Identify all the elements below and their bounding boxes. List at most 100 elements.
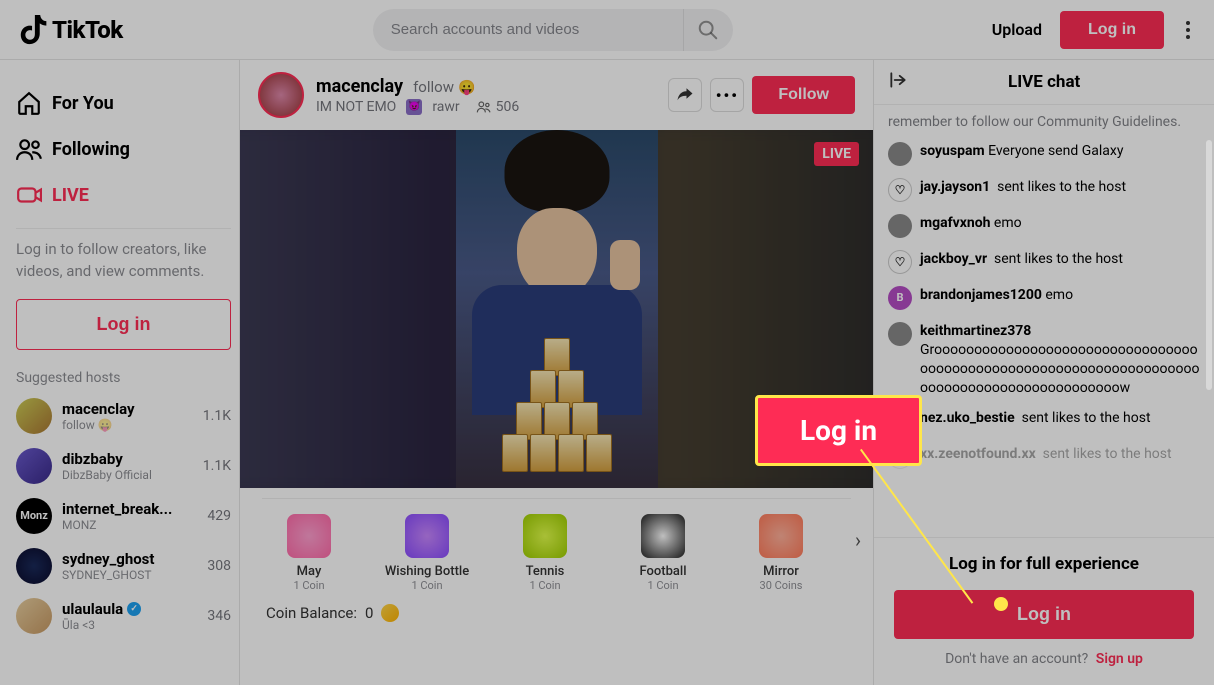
gift-bottle-icon xyxy=(405,514,449,558)
video-player[interactable]: LIVE xyxy=(240,130,873,488)
search-bar[interactable] xyxy=(373,9,733,51)
host-name: ulaulaula✓ xyxy=(62,600,141,618)
chat-message: ♡jackboy_vr sent likes to the host xyxy=(888,250,1200,274)
gift-football-icon xyxy=(641,514,685,558)
avatar: Monz xyxy=(16,498,52,534)
host-viewers: 429 xyxy=(207,508,231,524)
coin-balance-label: Coin Balance: xyxy=(266,604,357,622)
emoji-icon: 😛 xyxy=(458,80,475,96)
sidebar: For You Following LIVE Log in to follow … xyxy=(0,60,240,685)
chat-title: LIVE chat xyxy=(1008,72,1080,92)
host-viewers: 1.1K xyxy=(203,408,231,424)
brand-text: TikTok xyxy=(52,16,123,44)
host-sub: DibzBaby Official xyxy=(62,468,152,482)
signup-link[interactable]: Sign up xyxy=(1096,651,1143,667)
live-icon xyxy=(16,182,42,208)
upload-button[interactable]: Upload xyxy=(992,20,1042,39)
chat-messages[interactable]: remember to follow our Community Guideli… xyxy=(874,105,1214,537)
viewer-count: 506 xyxy=(476,99,520,115)
suggested-host[interactable]: Monz internet_break...MONZ 429 xyxy=(16,498,231,534)
gift-item[interactable]: Football1 Coin xyxy=(616,514,710,592)
gift-item[interactable]: Wishing Bottle1 Coin xyxy=(380,514,474,592)
page-scrollbar[interactable] xyxy=(1206,140,1212,390)
heart-icon: ♡ xyxy=(888,409,912,433)
share-icon xyxy=(676,86,694,104)
chat-cta-title: Log in for full experience xyxy=(894,554,1194,574)
chat-message: keithmartinez378 Grooooooooooooooooooooo… xyxy=(888,322,1200,398)
chat-avatar xyxy=(888,142,912,166)
host-sub: MONZ xyxy=(62,518,172,532)
search-icon xyxy=(697,19,719,41)
chat-message: mgafvxnoh emo xyxy=(888,214,1200,238)
nav-for-you[interactable]: For You xyxy=(16,80,231,126)
gift-item[interactable]: Mirror30 Coins xyxy=(734,514,828,592)
suggested-host[interactable]: macenclayfollow 😛 1.1K xyxy=(16,398,231,434)
chat-message: ♡nez.uko_bestie sent likes to the host xyxy=(888,409,1200,433)
gifts-carousel: May1 Coin Wishing Bottle1 Coin Tennis1 C… xyxy=(240,488,873,600)
host-name: macenclay xyxy=(62,400,135,418)
home-icon xyxy=(16,90,42,116)
gift-item[interactable]: May1 Coin xyxy=(262,514,356,592)
coin-balance-value: 0 xyxy=(365,604,373,622)
heart-icon: ♡ xyxy=(888,250,912,274)
signup-prompt: Don't have an account? xyxy=(945,651,1088,667)
gift-may-icon xyxy=(287,514,331,558)
heart-icon: ♡ xyxy=(888,178,912,202)
host-viewers: 308 xyxy=(207,558,231,574)
host-name: dibzbaby xyxy=(62,450,152,468)
share-button[interactable] xyxy=(668,78,702,112)
verified-badge-icon: ✓ xyxy=(127,602,141,616)
suggested-host[interactable]: sydney_ghostSYDNEY_GHOST 308 xyxy=(16,548,231,584)
chat-panel: LIVE chat remember to follow our Communi… xyxy=(873,60,1214,685)
coin-icon xyxy=(381,604,399,622)
host-viewers: 346 xyxy=(207,608,231,624)
gift-item[interactable]: Tennis1 Coin xyxy=(498,514,592,592)
nav-live[interactable]: LIVE xyxy=(16,172,231,218)
streamer-avatar[interactable] xyxy=(258,72,304,118)
chat-avatar xyxy=(888,214,912,238)
coin-balance: Coin Balance: 0 xyxy=(240,600,873,636)
host-name: sydney_ghost xyxy=(62,550,154,568)
host-name: internet_break... xyxy=(62,500,172,518)
gifts-next-button[interactable]: › xyxy=(855,528,861,552)
avatar xyxy=(16,598,52,634)
chat-message: Bbrandonjames1200 emo xyxy=(888,286,1200,310)
nav-following[interactable]: Following xyxy=(16,126,231,172)
avatar xyxy=(16,398,52,434)
nav-live-label: LIVE xyxy=(52,185,89,206)
streamer-username[interactable]: macenclay xyxy=(316,76,403,97)
nav-following-label: Following xyxy=(52,139,130,160)
brand-logo[interactable]: TikTok xyxy=(20,15,123,45)
tiktok-icon xyxy=(20,15,48,45)
chat-login-button[interactable]: Log in xyxy=(894,590,1194,639)
chat-login-cta: Log in for full experience Log in Don't … xyxy=(874,537,1214,685)
follow-button[interactable]: Follow xyxy=(752,76,855,114)
more-menu-button[interactable] xyxy=(1182,17,1194,43)
heart-icon: ♡ xyxy=(888,445,912,469)
host-viewers: 1.1K xyxy=(203,458,231,474)
gift-mirror-icon xyxy=(759,514,803,558)
sidebar-login-prompt: Log in to follow creators, like videos, … xyxy=(16,239,231,283)
chat-system-message: remember to follow our Community Guideli… xyxy=(888,113,1200,132)
chat-message: soyuspam Everyone send Galaxy xyxy=(888,142,1200,166)
suggested-host[interactable]: dibzbabyDibzBaby Official 1.1K xyxy=(16,448,231,484)
avatar xyxy=(16,548,52,584)
collapse-chat-button[interactable] xyxy=(888,70,908,94)
sidebar-login-button[interactable]: Log in xyxy=(16,299,231,350)
search-button[interactable] xyxy=(683,9,733,51)
chat-avatar xyxy=(888,322,912,346)
collapse-icon xyxy=(888,70,908,90)
chat-message: ♡jay.jayson1 sent likes to the host xyxy=(888,178,1200,202)
header-login-button[interactable]: Log in xyxy=(1060,11,1164,49)
avatar xyxy=(16,448,52,484)
suggested-host[interactable]: ulaulaula✓Ūla <3 346 xyxy=(16,598,231,634)
chat-message: ♡xx.zeenotfound.xx sent likes to the hos… xyxy=(888,445,1200,469)
people-icon xyxy=(476,99,492,115)
live-header: macenclay follow 😛 IM NOT EMO 😈 rawr 506 xyxy=(240,60,873,130)
suggested-hosts-label: Suggested hosts xyxy=(16,370,231,386)
more-actions-button[interactable]: ••• xyxy=(710,78,744,112)
search-input[interactable] xyxy=(373,21,683,38)
stream-title: IM NOT EMO xyxy=(316,99,396,115)
host-sub: SYDNEY_GHOST xyxy=(62,568,154,582)
chat-avatar: B xyxy=(888,286,912,310)
